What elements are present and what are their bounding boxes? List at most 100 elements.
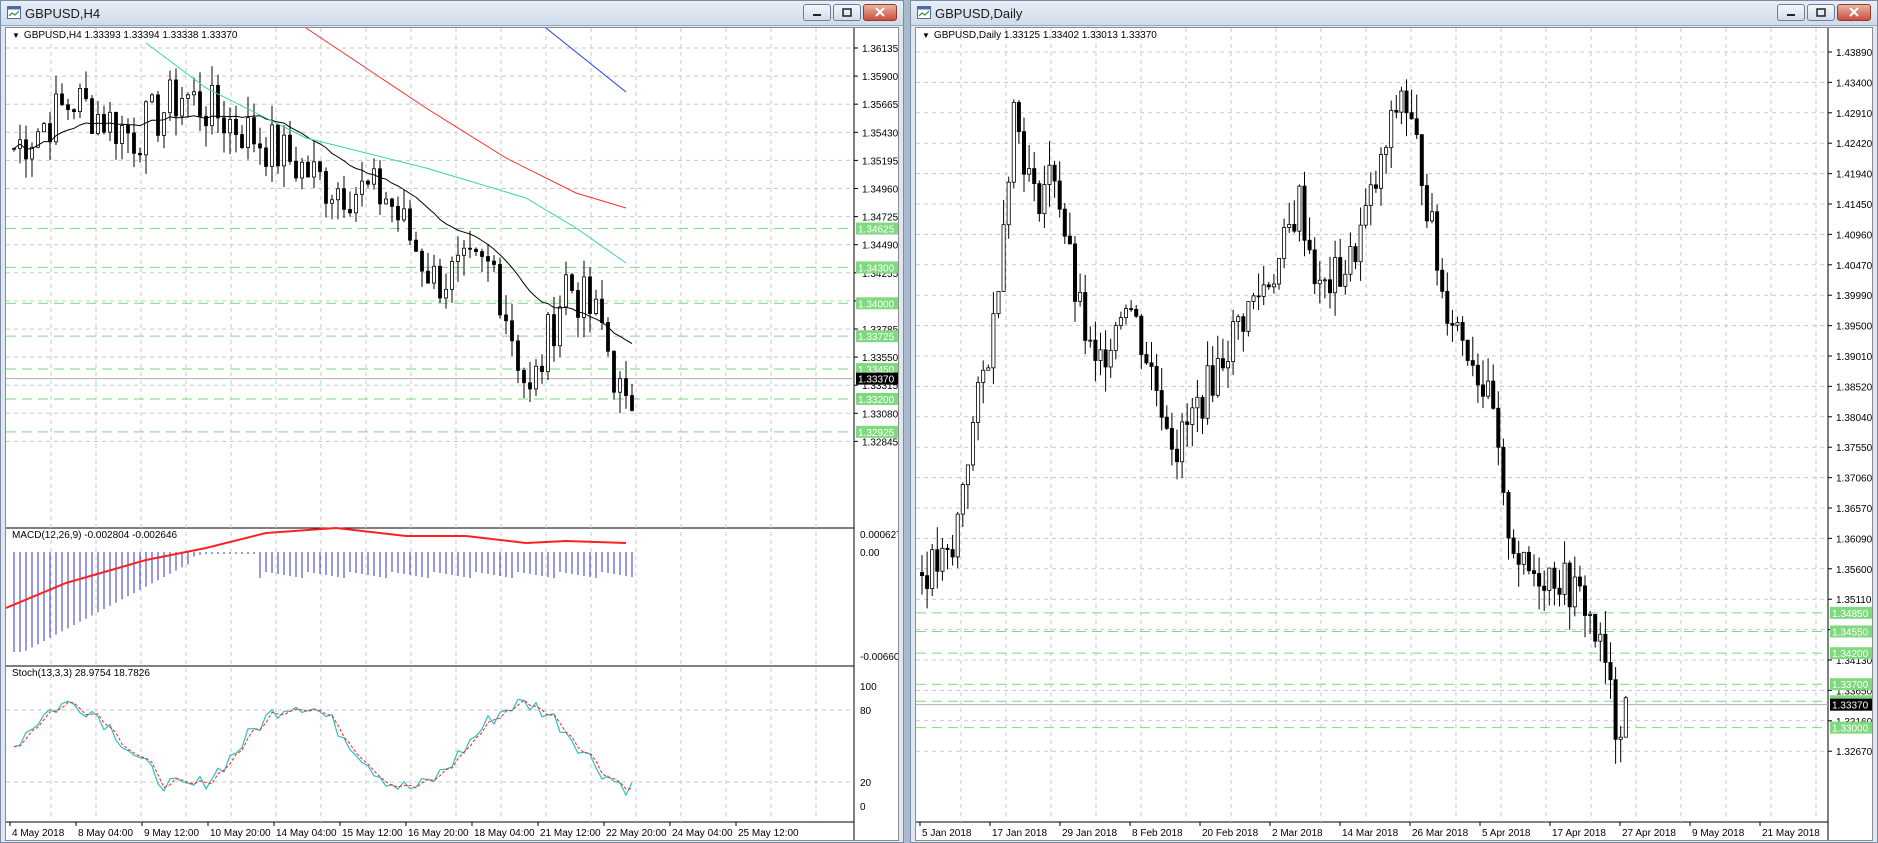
candle-body [1552,567,1557,589]
minimize-button[interactable] [1777,4,1805,21]
candle-body [1562,562,1567,595]
candle-body [1445,291,1450,324]
level-label: 1.34850 [1832,609,1869,620]
candle-body [1271,283,1276,288]
price-tick-label: 1.42910 [1836,109,1873,120]
candle-body [12,147,16,150]
candle-body [1037,183,1042,215]
current-price-label: 1.33370 [1832,701,1869,712]
candle-body [1022,131,1027,175]
candle-body [1098,349,1103,361]
candle-body [138,152,142,156]
candle-body [624,378,628,396]
candle-body [558,306,562,347]
candle-body [1465,339,1470,361]
chart-area[interactable]: 1.43890 1.43400 1.42910 1.42420 1.41940 1.414… [915,27,1873,841]
candle-body [1062,208,1067,237]
candle-body [450,261,454,290]
candle-body [1276,257,1281,285]
candle-body [1307,239,1312,251]
candle-body [360,180,364,195]
window-titlebar[interactable]: GBPUSD,H4 [1,1,903,26]
candle-body [276,124,280,167]
minimize-icon [813,14,821,16]
chart-window-daily[interactable]: GBPUSD,Daily 1.43890 1.43400 1.42910 1.4242… [910,0,1878,843]
price-tick-label: 1.37550 [1836,443,1873,454]
candle-body [42,123,46,133]
candle-body [432,265,436,284]
candle-body [1567,562,1572,608]
candle-body [1440,269,1445,292]
candle-body [1154,366,1159,391]
candle-body [396,205,400,221]
candle-body [96,114,100,134]
candle-body [1481,384,1486,397]
candle-body [378,168,382,205]
candle-body [408,208,412,241]
candle-body [1475,364,1480,386]
candle-body [462,247,466,256]
candle-body [456,254,460,262]
restore-button[interactable] [833,4,861,21]
candle-body [72,109,76,113]
candle-body [270,124,274,167]
candle-body [126,125,130,134]
date-tick-label: 8 Feb 2018 [1132,828,1183,839]
candle-body [594,298,598,315]
candle-body [630,395,634,411]
candle-body [965,464,970,486]
candle-body [1424,185,1429,222]
symbol-menu-icon[interactable]: ▼ [922,31,930,40]
date-tick-label: 22 May 20:00 [606,828,667,839]
candle-body [552,314,556,347]
candle-body [300,161,304,179]
candle-body [1496,407,1501,448]
candle-body [468,247,472,250]
candle-body [108,111,112,133]
candle-body [1159,390,1164,418]
window-titlebar[interactable]: GBPUSD,Daily [911,1,1877,26]
chart-area[interactable]: 1.36135 1.35900 1.35665 1.35430 1.35195 1.349… [5,27,899,841]
candle-body [1598,633,1603,642]
candle-body [920,572,925,577]
minimize-button[interactable] [803,4,831,21]
candle-body [1572,576,1577,608]
candle-body [384,198,388,205]
price-tick-label: 1.43890 [1836,48,1873,59]
level-label: 1.33700 [1832,680,1869,691]
candle-body [84,88,88,100]
level-label: 1.34625 [858,225,895,236]
price-tick-label: 1.39500 [1836,322,1873,333]
date-tick-label: 14 Mar 2018 [1342,828,1399,839]
price-tick-label: 1.33080 [862,409,899,420]
candle-body [546,314,550,373]
price-tick-label: 1.39010 [1836,352,1873,363]
candle-body [234,119,238,135]
candle-body [1006,181,1011,226]
candle-body [1532,570,1537,574]
candle-body [192,91,196,96]
close-button[interactable] [863,4,897,21]
candle-body [960,484,965,515]
ma-black-line [13,115,633,344]
candle-body [1623,697,1628,738]
candle-body [1088,339,1093,342]
candle-body [528,382,532,390]
candle-body [618,378,622,393]
candle-body [60,93,64,106]
candle-body [1353,246,1358,263]
chart-window-h4[interactable]: GBPUSD,H4 1.36135 1.35900 1.35665 1.35430 1.… [0,0,904,843]
candle-body [996,291,1001,315]
restore-button[interactable] [1807,4,1835,21]
price-tick-label: 1.43400 [1836,78,1873,89]
candle-body [48,123,52,143]
date-tick-label: 21 May 2018 [1762,828,1820,839]
candle-body [1542,585,1547,591]
candle-body [1129,308,1134,311]
candle-body [348,208,352,214]
candle-body [925,575,930,589]
candle-body [306,161,310,178]
close-button[interactable] [1837,4,1871,21]
symbol-menu-icon[interactable]: ▼ [12,31,20,40]
candle-body [1067,235,1072,245]
